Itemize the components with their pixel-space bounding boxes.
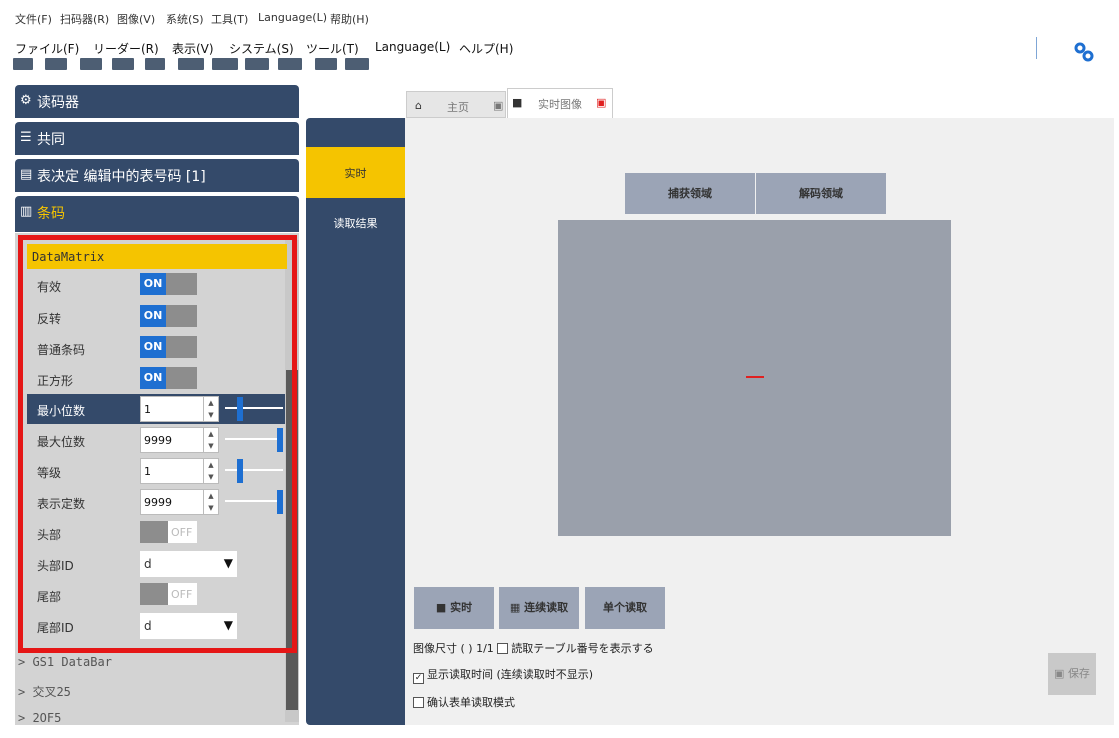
nav-live[interactable]: 实时 xyxy=(306,147,405,198)
toolbar-icon[interactable] xyxy=(112,58,134,70)
menu-help[interactable]: 帮助(H) xyxy=(330,11,369,27)
nav-read-result[interactable]: 读取结果 xyxy=(306,215,405,231)
menu-language[interactable]: Language(L) xyxy=(258,11,327,24)
panel-reader-header[interactable]: ⚙ 读码器 xyxy=(15,85,299,118)
confirm-mode-option[interactable]: 确认表单读取模式 xyxy=(413,694,515,710)
toolbar-icon[interactable] xyxy=(245,58,269,70)
toolbar-icon[interactable] xyxy=(278,58,302,70)
grid-icon: ▦ xyxy=(509,601,525,614)
panel-table-header[interactable]: ▤ 表决定 编辑中的表号码 [1] xyxy=(15,159,299,192)
gears-icon[interactable] xyxy=(1073,41,1095,63)
show-time-checkbox[interactable]: ✓ xyxy=(413,673,424,684)
toolbar-icon[interactable] xyxy=(345,58,369,70)
toolbar-icon[interactable] xyxy=(80,58,102,70)
jp-menu-bar: ファイル(F) リーダー(R) 表示(V) システム(S) ツール(T) Lan… xyxy=(0,33,1119,63)
tab-capture-area[interactable]: 捕获领域 xyxy=(625,173,755,214)
home-icon: ⌂ xyxy=(415,99,422,112)
toolbar-icon[interactable] xyxy=(145,58,165,70)
toolbar-icon[interactable] xyxy=(212,58,238,70)
center-marker xyxy=(746,376,764,378)
image-size-row: 图像尺寸 ( ) 1/1 読取テーブル番号を表示する xyxy=(413,642,654,655)
show-time-option[interactable]: ✓ 显示读取时间 (连续读取时不显示) xyxy=(413,666,593,684)
radio-icon[interactable]: ( ) xyxy=(461,642,473,655)
close-icon[interactable]: ▣ xyxy=(493,99,503,112)
reader-icon: ⚙ xyxy=(20,93,32,108)
tab-home[interactable]: ⌂ 主页 ▣ xyxy=(406,91,506,118)
camera-image xyxy=(558,220,951,536)
jp-menu-file[interactable]: ファイル(F) xyxy=(15,40,79,57)
tree-item-2of5[interactable]: > 2OF5 xyxy=(18,711,61,725)
toolbar-icon[interactable] xyxy=(45,58,67,70)
continuous-read-button[interactable]: ▦ 连续读取 xyxy=(499,587,579,629)
menu-file[interactable]: 文件(F) xyxy=(15,11,52,27)
menu-reader[interactable]: 扫码器(R) xyxy=(60,11,109,27)
jp-menu-language[interactable]: Language(L) xyxy=(375,40,450,54)
table-icon: ▤ xyxy=(20,167,33,182)
jp-menu-tools[interactable]: ツール(T) xyxy=(306,40,359,57)
menu-divider xyxy=(1036,37,1037,59)
highlight-frame xyxy=(18,235,297,653)
toolbar-icon[interactable] xyxy=(13,58,33,70)
native-menu-bar: 文件(F) 扫码器(R) 图像(V) 系统(S) 工具(T) Language(… xyxy=(0,0,1119,30)
save-icon: ▣ xyxy=(1054,667,1068,680)
close-icon[interactable]: ▣ xyxy=(596,96,606,109)
menu-system[interactable]: 系统(S) xyxy=(166,11,204,27)
view-side-nav xyxy=(306,118,405,725)
tree-item-gs1[interactable]: > GS1 DataBar xyxy=(18,655,112,669)
toolbar-icon[interactable] xyxy=(178,58,204,70)
jp-menu-view[interactable]: 表示(V) xyxy=(172,40,214,57)
confirm-mode-checkbox[interactable] xyxy=(413,697,424,708)
show-table-checkbox[interactable] xyxy=(497,643,509,654)
single-read-button[interactable]: 单个读取 xyxy=(585,587,665,629)
jp-menu-system[interactable]: システム(S) xyxy=(229,40,294,57)
tree-item-interleaved[interactable]: > 交叉25 xyxy=(18,683,71,700)
live-button[interactable]: ■ 实时 xyxy=(414,587,494,629)
jp-menu-reader[interactable]: リーダー(R) xyxy=(93,40,159,57)
panel-common-header[interactable]: ☰ 共同 xyxy=(15,122,299,155)
camera-icon: ■ xyxy=(512,96,523,109)
tab-live-image[interactable]: ■ 实时图像 ▣ xyxy=(507,88,613,118)
barcode-icon: ▥ xyxy=(20,204,33,219)
menu-view[interactable]: 图像(V) xyxy=(117,11,155,27)
list-icon: ☰ xyxy=(20,130,32,145)
toolbar-icon[interactable] xyxy=(315,58,337,70)
menu-tools[interactable]: 工具(T) xyxy=(211,11,248,27)
panel-barcode-header[interactable]: ▥ 条码 xyxy=(15,196,299,232)
tab-decode-area[interactable]: 解码领域 xyxy=(756,173,886,214)
save-button[interactable]: ▣ 保存 xyxy=(1048,653,1096,695)
jp-menu-help[interactable]: ヘルプ(H) xyxy=(459,40,513,57)
camera-icon: ■ xyxy=(435,601,451,614)
